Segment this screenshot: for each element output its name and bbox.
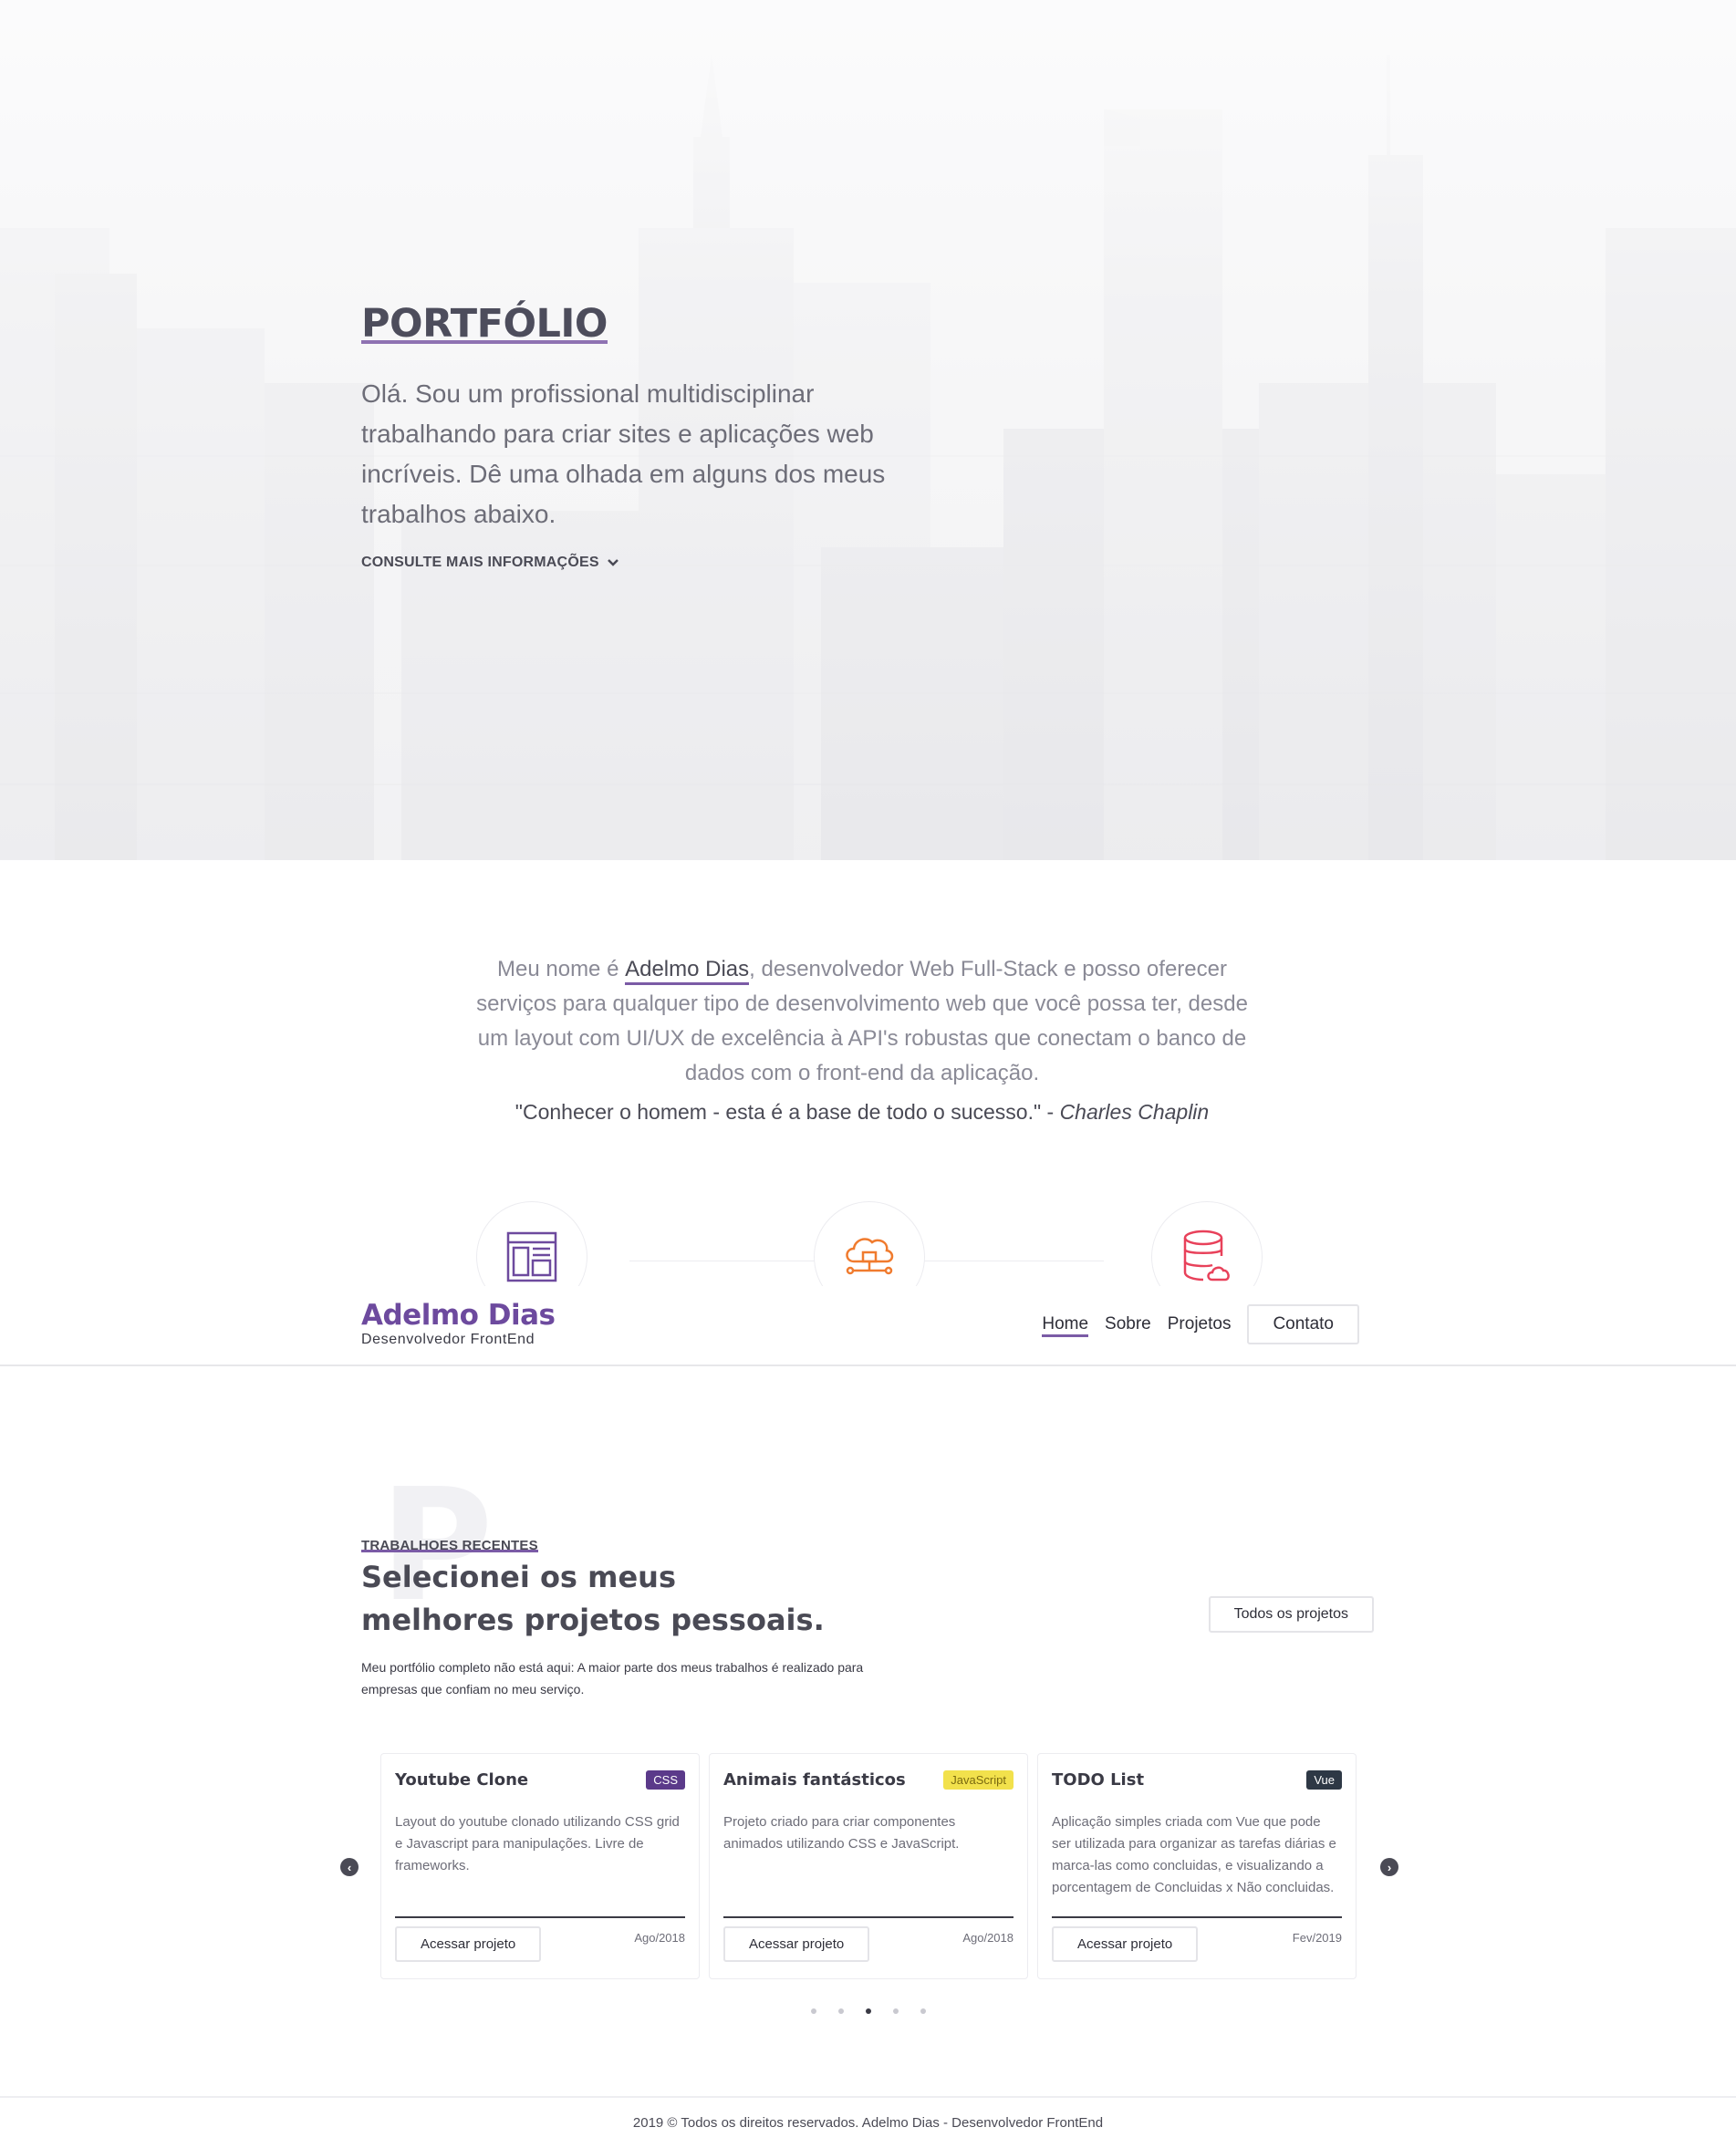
card-divider	[395, 1916, 685, 1918]
project-date: Ago/2018	[634, 1931, 685, 1945]
navbar: Adelmo Dias Desenvolvedor FrontEnd Home …	[0, 1286, 1736, 1366]
access-project-button[interactable]: Acessar projeto	[1052, 1926, 1199, 1962]
tech-badge: Vue	[1306, 1770, 1342, 1790]
hero-intro-text: Olá. Sou um profissional multidisciplina…	[361, 379, 886, 528]
contact-button[interactable]: Contato	[1247, 1304, 1359, 1344]
carousel-dot[interactable]	[810, 2008, 816, 2014]
works-description: Meu portfólio completo não está aqui: A …	[361, 1660, 864, 1697]
works-section: P TRABALHOES RECENTES Selecionei os meus…	[361, 1468, 1374, 1700]
quote-author: Charles Chaplin	[1059, 1100, 1210, 1124]
carousel-next-button[interactable]: ›	[1380, 1858, 1398, 1876]
nav-link-home-label: Home	[1042, 1314, 1089, 1333]
project-date: Ago/2018	[962, 1931, 1014, 1945]
project-title: Animais fantásticos	[723, 1770, 906, 1790]
name-underline	[625, 982, 750, 985]
about-section: Meu nome é Adelmo Dias, desenvolvedor We…	[474, 952, 1250, 1125]
carousel-dot-active[interactable]	[865, 2008, 871, 2014]
chevron-right-icon: ›	[1387, 1860, 1392, 1874]
project-card: Youtube Clone CSS Layout do youtube clon…	[380, 1753, 700, 1979]
nav-link-projetos[interactable]: Projetos	[1168, 1314, 1232, 1334]
nav-link-sobre[interactable]: Sobre	[1105, 1314, 1151, 1334]
card-header: TODO List Vue	[1052, 1770, 1342, 1790]
card-header: Animais fantásticos JavaScript	[723, 1770, 1014, 1790]
card-header: Youtube Clone CSS	[395, 1770, 685, 1790]
project-card: TODO List Vue Aplicação simples criada c…	[1037, 1753, 1357, 1979]
layout-icon	[506, 1231, 557, 1282]
eyebrow-underline	[361, 1550, 538, 1552]
project-description: Projeto criado para criar componentes an…	[723, 1814, 960, 1852]
carousel-dots	[0, 2008, 1736, 2014]
nav-link-home[interactable]: Home	[1042, 1314, 1089, 1337]
access-project-button[interactable]: Acessar projeto	[395, 1926, 542, 1962]
carousel-dot[interactable]	[892, 2008, 899, 2014]
project-date: Fev/2019	[1292, 1931, 1342, 1945]
brand-name: Adelmo Dias	[361, 1299, 556, 1332]
chevron-down-icon	[607, 559, 619, 566]
carousel-dot[interactable]	[920, 2008, 926, 2014]
footer: 2019 © Todos os direitos reservados. Ade…	[0, 2096, 1736, 2148]
project-card: Animais fantásticos JavaScript Projeto c…	[709, 1753, 1028, 1979]
about-name: Adelmo Dias	[625, 952, 750, 987]
projects-carousel: ‹ Youtube Clone CSS Layout do youtube cl…	[338, 1753, 1401, 1990]
quote: "Conhecer o homem - esta é a base de tod…	[474, 1100, 1250, 1125]
carousel-prev-button[interactable]: ‹	[340, 1858, 359, 1876]
more-info-label: CONSULTE MAIS INFORMAÇÕES	[361, 555, 599, 570]
access-project-button[interactable]: Acessar projeto	[723, 1926, 870, 1962]
services-row	[474, 1197, 1295, 1313]
more-info-link[interactable]: CONSULTE MAIS INFORMAÇÕES	[361, 555, 909, 571]
about-text-before: Meu nome é	[497, 957, 626, 981]
hero-content: PORTFÓLIO Olá. Sou um profissional multi…	[361, 301, 909, 571]
footer-text: 2019 © Todos os direitos reservados. Ade…	[632, 2115, 1104, 2131]
card-divider	[1052, 1916, 1342, 1918]
project-title: Youtube Clone	[395, 1770, 529, 1790]
project-description: Layout do youtube clonado utilizando CSS…	[395, 1814, 680, 1873]
works-title: Selecionei os meus melhores projetos pes…	[361, 1560, 825, 1637]
card-divider	[723, 1916, 1014, 1918]
project-description: Aplicação simples criada com Vue que pod…	[1052, 1814, 1336, 1895]
database-cloud-icon	[1183, 1230, 1230, 1282]
about-text: Meu nome é Adelmo Dias, desenvolvedor We…	[474, 952, 1250, 1091]
cloud-network-icon	[846, 1238, 894, 1275]
all-projects-button[interactable]: Todos os projetos	[1208, 1596, 1374, 1633]
works-eyebrow: TRABALHOES RECENTES	[361, 1538, 538, 1553]
project-title: TODO List	[1052, 1770, 1145, 1790]
carousel-dot[interactable]	[837, 2008, 844, 2014]
quote-text: "Conhecer o homem - esta é a base de tod…	[515, 1100, 1060, 1124]
chevron-left-icon: ‹	[347, 1860, 352, 1874]
hero-title: PORTFÓLIO	[361, 301, 608, 347]
hero-section: PORTFÓLIO Olá. Sou um profissional multi…	[0, 0, 1736, 860]
tech-badge: CSS	[646, 1770, 685, 1790]
about-name-text: Adelmo Dias	[625, 957, 750, 981]
brand[interactable]: Adelmo Dias Desenvolvedor FrontEnd	[361, 1299, 556, 1348]
title-underline	[361, 340, 608, 344]
brand-subtitle: Desenvolvedor FrontEnd	[361, 1332, 535, 1347]
tech-badge: JavaScript	[943, 1770, 1014, 1790]
active-underline	[1042, 1334, 1089, 1337]
main-nav: Home Sobre Projetos Contato	[1042, 1304, 1359, 1344]
